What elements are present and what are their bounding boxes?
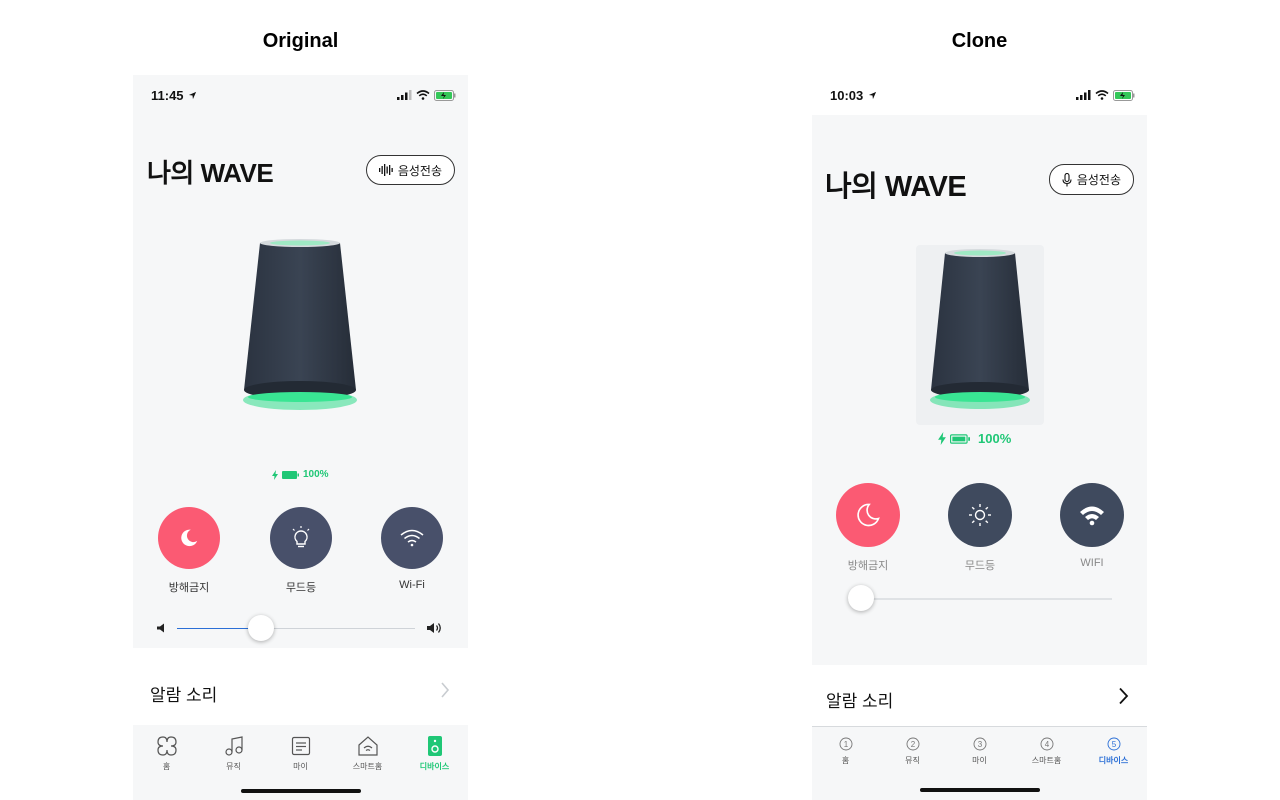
tab-number: 4 — [1044, 740, 1049, 749]
circled-number-icon: 5 — [1107, 737, 1120, 751]
status-bar: 11:45 — [133, 75, 468, 115]
sun-icon — [969, 504, 991, 526]
mood-light-label: 무드등 — [964, 560, 996, 572]
wifi-button[interactable]: WIFI — [1060, 483, 1124, 569]
alarm-sound-label: 알람 소리 — [826, 692, 894, 711]
music-note-icon — [224, 736, 243, 756]
mood-light-button[interactable]: 무드등 — [948, 483, 1012, 573]
circled-number-icon: 4 — [1040, 737, 1053, 751]
voice-send-button[interactable]: 음성전송 — [365, 155, 455, 185]
status-time: 10:03 — [830, 88, 877, 103]
volume-slider-thumb[interactable] — [248, 615, 274, 641]
voice-send-button[interactable]: 음성전송 — [1048, 164, 1134, 195]
charging-bolt-icon — [938, 432, 946, 445]
battery-icon — [950, 433, 970, 444]
page-title: 나의 WAVE — [825, 171, 967, 203]
wifi-label: WIFI — [1080, 557, 1104, 569]
voice-send-label: 음성전송 — [1076, 173, 1121, 187]
alarm-sound-label: 알람 소리 — [150, 686, 218, 705]
signal-icon — [1076, 90, 1091, 100]
circled-number-icon: 1 — [839, 737, 852, 751]
wifi-button[interactable]: Wi-Fi — [381, 507, 443, 591]
wifi-status-icon — [1095, 90, 1109, 100]
chevron-right-icon — [1119, 687, 1129, 705]
volume-high-icon — [427, 623, 441, 633]
status-bar: 10:03 — [812, 75, 1147, 115]
microphone-icon — [1062, 172, 1072, 186]
mood-light-label: 무드등 — [285, 582, 317, 594]
home-indicator — [241, 789, 361, 793]
tab-number: 3 — [977, 740, 982, 749]
location-arrow-icon — [189, 91, 197, 100]
wave-speaker-image — [930, 249, 1030, 409]
circled-number-icon: 2 — [906, 737, 919, 751]
battery-icon — [282, 470, 299, 479]
alarm-sound-row[interactable]: 알람 소리 — [812, 665, 1147, 727]
device-hero-panel: 나의 WAVE 음성전송 100% — [812, 115, 1147, 665]
alarm-sound-row[interactable]: 알람 소리 — [133, 648, 468, 728]
battery-status-icon — [1113, 89, 1135, 101]
dnd-label: 방해금지 — [847, 560, 889, 572]
tab-device[interactable]: 5 디바이스 — [1080, 727, 1147, 800]
device-battery-indicator: 100% — [938, 431, 1011, 446]
wifi-icon — [1080, 506, 1104, 526]
waveform-icon — [378, 164, 393, 176]
page-title: 나의 WAVE — [147, 158, 274, 188]
smart-home-icon — [357, 736, 378, 756]
location-arrow-icon — [868, 91, 876, 100]
wifi-icon — [400, 529, 424, 547]
chevron-right-icon — [441, 682, 450, 698]
wifi-status-icon — [416, 90, 430, 100]
moon-icon — [181, 529, 198, 547]
dnd-label: 방해금지 — [168, 582, 210, 594]
bulb-icon — [292, 526, 310, 548]
dnd-button[interactable]: 방해금지 — [836, 483, 900, 573]
voice-send-label: 음성전송 — [397, 163, 442, 178]
charging-bolt-icon — [272, 469, 278, 480]
tab-bar: 1 홈 2 뮤직 3 마이 4 스마트홈 5 디바이스 — [812, 726, 1147, 800]
clone-phone-screen: 10:03 나의 WAVE 음성전송 100% 방해금지 무드등 WIFI 알람… — [812, 75, 1147, 800]
device-icon — [427, 736, 442, 756]
dnd-button[interactable]: 방해금지 — [158, 507, 220, 595]
wifi-label: Wi-Fi — [399, 579, 425, 591]
volume-slider-thumb[interactable] — [848, 585, 874, 611]
list-icon — [291, 736, 310, 756]
tab-home[interactable]: 홈 — [133, 725, 200, 800]
tab-number: 5 — [1111, 740, 1116, 749]
tab-number: 2 — [910, 740, 915, 749]
battery-status-icon — [434, 89, 456, 101]
tab-number: 1 — [843, 740, 848, 749]
original-phone-screen: 11:45 나의 WAVE 음성전송 100% 방해금지 무드등 Wi-Fi 알… — [133, 75, 468, 800]
mood-light-button[interactable]: 무드등 — [270, 507, 332, 595]
wave-speaker-image — [243, 239, 357, 410]
clover-icon — [156, 736, 177, 756]
tab-bar: 홈 뮤직 마이 스마트홈 디바이스 — [133, 725, 468, 800]
clone-column-title: Clone — [951, 30, 1008, 52]
original-column-title: Original — [262, 30, 339, 52]
volume-slider[interactable] — [848, 585, 1112, 611]
device-battery-indicator: 100% — [272, 469, 329, 480]
signal-icon — [397, 90, 412, 100]
tab-device[interactable]: 디바이스 — [401, 725, 468, 800]
tab-home[interactable]: 1 홈 — [812, 727, 879, 800]
moon-icon — [857, 503, 880, 527]
volume-slider[interactable] — [177, 615, 415, 641]
volume-low-icon — [157, 623, 164, 633]
device-hero-panel: 나의 WAVE 음성전송 100% — [133, 115, 468, 665]
status-time: 11:45 — [151, 88, 197, 103]
circled-number-icon: 3 — [973, 737, 986, 751]
home-indicator — [920, 788, 1040, 792]
